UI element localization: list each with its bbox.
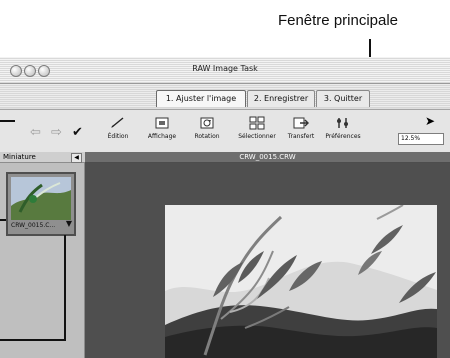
- cursor-icon: ➤: [424, 114, 435, 128]
- check-icon[interactable]: ✔: [72, 125, 83, 140]
- tab-adjust-image[interactable]: 1. Ajuster l'image: [156, 90, 246, 107]
- main-window: RAW Image Task 1. Ajuster l'image 2. Enr…: [0, 57, 450, 358]
- photo-image: [165, 205, 437, 358]
- transfer-tool-label: Transfert: [287, 133, 315, 140]
- view-icon: [155, 117, 169, 129]
- task-tabs: 1. Ajuster l'image 2. Enregistrer 3. Qui…: [0, 84, 450, 108]
- thumbnail-item[interactable]: CRW_0015.C... ▼: [6, 172, 76, 236]
- tab-save[interactable]: 2. Enregistrer: [247, 90, 315, 107]
- rotation-tool-label: Rotation: [194, 133, 220, 140]
- edit-tool-label: Édition: [107, 133, 129, 140]
- rotate-icon: [200, 117, 214, 129]
- tab-quit[interactable]: 3. Quitter: [316, 90, 370, 107]
- thumbnail-panel: CRW_0015.C... ▼: [0, 163, 85, 358]
- back-arrow-icon[interactable]: ⇦: [30, 125, 41, 140]
- thumbnail-dropdown-icon[interactable]: ▼: [66, 219, 72, 228]
- main-toolbar: ⇦ ⇨ ✔ Édition Affichage Rotation Sélecti…: [0, 109, 450, 153]
- window-titlebar: RAW Image Task: [0, 57, 450, 84]
- rotation-tool-button[interactable]: Rotation: [190, 116, 224, 140]
- preferences-tool-label: Préférences: [325, 133, 361, 140]
- forward-arrow-icon[interactable]: ⇨: [51, 125, 62, 140]
- zoom-level-field[interactable]: 12.5%: [398, 133, 444, 145]
- bottom-callout-line-horizontal: [0, 339, 66, 341]
- collapse-panel-icon[interactable]: ◀: [71, 153, 82, 163]
- transfer-tool-button[interactable]: Transfert: [283, 116, 319, 140]
- image-viewer: [85, 163, 450, 358]
- preferences-icon: [337, 118, 348, 128]
- select-tool-label: Sélectionner: [238, 133, 276, 140]
- preferences-tool-button[interactable]: Préférences: [322, 116, 364, 140]
- thumbnail-image: [11, 177, 71, 220]
- image-filename: CRW_0015.CRW: [239, 153, 296, 161]
- thumbnail-label: CRW_0015.C...: [11, 222, 56, 229]
- edit-tool-button[interactable]: Édition: [104, 116, 132, 140]
- select-tool-button[interactable]: Sélectionner: [236, 116, 278, 140]
- left-callout-line: [0, 120, 15, 122]
- main-photo: [165, 205, 437, 358]
- image-header: CRW_0015.CRW: [85, 152, 450, 163]
- view-tool-label: Affichage: [147, 133, 177, 140]
- edit-icon: [111, 117, 124, 128]
- view-tool-button[interactable]: Affichage: [145, 116, 179, 140]
- transfer-icon: [293, 117, 309, 129]
- window-title: RAW Image Task: [192, 64, 258, 73]
- select-icon: [249, 116, 265, 130]
- bottom-callout-line-vertical: [64, 235, 66, 341]
- main-window-callout-label: Fenêtre principale: [277, 12, 399, 29]
